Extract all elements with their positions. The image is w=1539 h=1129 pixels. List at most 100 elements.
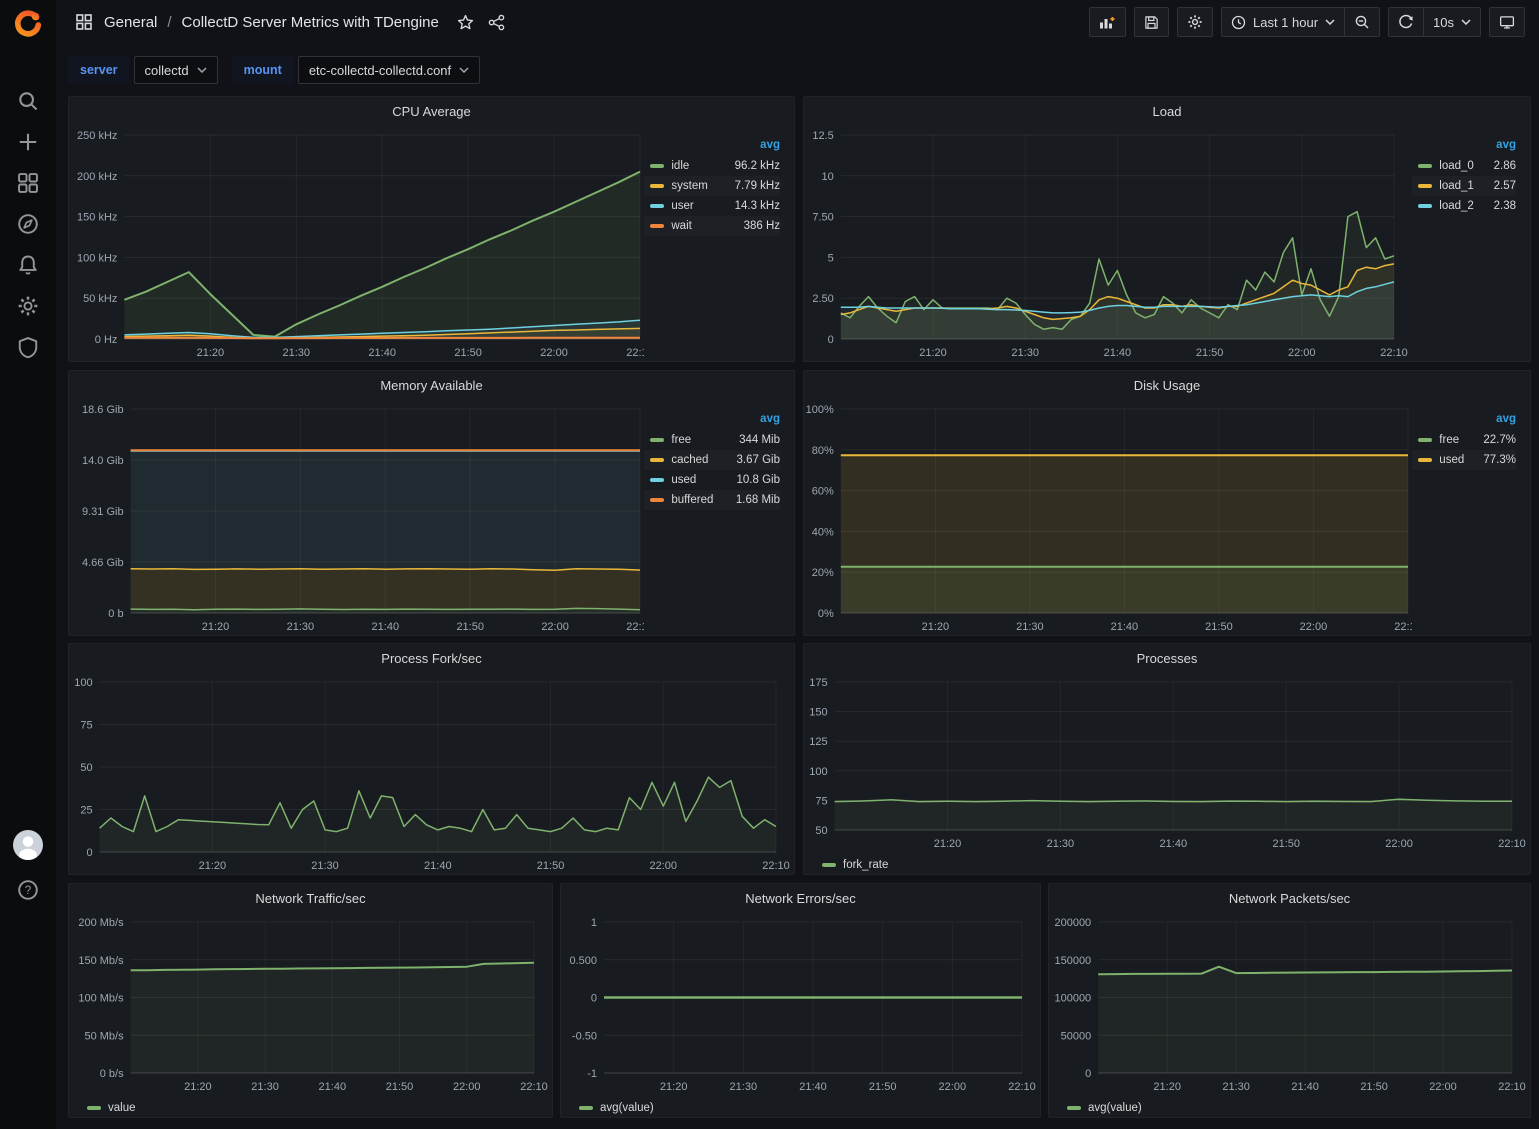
svg-text:22:10: 22:10 [1380,347,1408,359]
chevron-down-icon [197,67,207,73]
processes-chart[interactable]: 21:2021:3021:4021:5022:0022:105075100125… [804,672,1532,854]
legend-item-avg(value)[interactable]: avg(value) [579,1102,654,1114]
cpu-average-chart[interactable]: 21:2021:3021:4021:5022:0022:100 Hz50 kHz… [69,125,644,363]
svg-text:150 Mb/s: 150 Mb/s [78,955,124,967]
series-color-dash [650,184,664,188]
legend-item-used[interactable]: used77.3% [1412,450,1516,470]
series-color-dash [822,863,836,867]
svg-text:22:00: 22:00 [649,860,677,872]
panel-processes: Processes 21:2021:3021:4021:5022:0022:10… [803,643,1531,875]
svg-text:250 kHz: 250 kHz [77,130,117,142]
legend-item-free[interactable]: free344 Mib [644,430,780,450]
legend-item-system[interactable]: system7.79 kHz [644,176,780,196]
variable-server-value-dropdown[interactable]: collectd [134,56,218,84]
network-packets-legend: avg(value) [1049,1097,1530,1119]
svg-text:0 b: 0 b [108,608,123,620]
svg-text:40%: 40% [812,526,834,538]
refresh-interval-dropdown[interactable]: 10s [1424,7,1481,37]
cycle-view-mode-button[interactable] [1489,7,1525,37]
legend-item-load_1[interactable]: load_12.57 [1412,176,1516,196]
svg-text:20%: 20% [812,567,834,579]
zoom-out-button[interactable] [1345,7,1380,37]
panel-title[interactable]: Process Fork/sec [69,644,794,672]
dashboards-icon[interactable] [15,170,41,196]
variable-mount-value-dropdown[interactable]: etc-collectd-collectd.conf [298,56,480,84]
panel-title[interactable]: Network Traffic/sec [69,884,552,912]
help-icon[interactable]: ? [15,877,41,903]
share-icon[interactable] [486,12,507,33]
legend-item-fork_rate[interactable]: fork_rate [822,859,888,871]
page-title: CollectD Server Metrics with TDengine [182,14,439,31]
legend-item-load_2[interactable]: load_22.38 [1412,196,1516,216]
svg-text:0 b/s: 0 b/s [100,1068,124,1080]
svg-text:100: 100 [74,677,92,689]
disk-usage-chart[interactable]: 21:2021:3021:4021:5022:0022:100%20%40%60… [804,399,1412,637]
svg-text:100: 100 [809,766,827,778]
svg-text:21:20: 21:20 [1153,1081,1181,1093]
time-range-picker[interactable]: Last 1 hour [1221,7,1345,37]
refresh-button[interactable] [1388,7,1424,37]
create-plus-icon[interactable] [15,129,41,155]
legend-item-wait[interactable]: wait386 Hz [644,216,780,236]
breadcrumb-folder[interactable]: General [104,14,157,31]
panel-title[interactable]: Memory Available [69,371,794,399]
explore-compass-icon[interactable] [15,211,41,237]
network-traffic-chart[interactable]: 21:2021:3021:4021:5022:0022:100 b/s50 Mb… [69,912,554,1097]
svg-text:21:40: 21:40 [1160,838,1188,850]
load-chart[interactable]: 21:2021:3021:4021:5022:0022:1002.5057.50… [804,125,1412,363]
svg-text:22:00: 22:00 [1429,1081,1457,1093]
add-panel-button[interactable] [1089,7,1126,37]
svg-text:150 kHz: 150 kHz [77,212,117,224]
legend-item-cached[interactable]: cached3.67 Gib [644,450,780,470]
panel-title[interactable]: Disk Usage [804,371,1530,399]
load-legend: avg load_02.86 load_12.57 load_22.38 [1412,125,1530,363]
svg-text:-0.50: -0.50 [572,1030,597,1042]
server-admin-shield-icon[interactable] [15,334,41,360]
disk-usage-legend: avg free22.7% used77.3% [1412,399,1530,637]
panel-title[interactable]: Network Packets/sec [1049,884,1530,912]
svg-text:4.66 Gib: 4.66 Gib [82,557,124,569]
svg-text:21:50: 21:50 [1360,1081,1388,1093]
network-errors-chart[interactable]: 21:2021:3021:4021:5022:0022:10-1-0.5000.… [561,912,1042,1097]
svg-text:21:50: 21:50 [386,1081,414,1093]
breadcrumb-separator: / [167,14,171,31]
user-avatar[interactable] [11,828,45,862]
legend-item-load_0[interactable]: load_02.86 [1412,156,1516,176]
panel-title[interactable]: Load [804,97,1530,125]
panel-title[interactable]: CPU Average [69,97,794,125]
panel-title[interactable]: Network Errors/sec [561,884,1040,912]
legend-item-buffered[interactable]: buffered1.68 Mib [644,490,780,510]
memory-available-chart[interactable]: 21:2021:3021:4021:5022:0022:100 b4.66 Gi… [69,399,644,637]
svg-text:21:30: 21:30 [251,1081,279,1093]
network-packets-chart[interactable]: 21:2021:3021:4021:5022:0022:100500001000… [1049,912,1532,1097]
memory-available-legend: avg free344 Mib cached3.67 Gib used10.8 … [644,399,794,637]
panel-memory-available: Memory Available 21:2021:3021:4021:5022:… [68,370,795,636]
alerting-bell-icon[interactable] [15,252,41,278]
legend-item-user[interactable]: user14.3 kHz [644,196,780,216]
panel-title[interactable]: Processes [804,644,1530,672]
svg-text:21:50: 21:50 [537,860,565,872]
legend-item-free[interactable]: free22.7% [1412,430,1516,450]
dashboard-settings-button[interactable] [1177,7,1213,37]
configuration-gear-icon[interactable] [15,293,41,319]
svg-text:50 kHz: 50 kHz [83,293,117,305]
star-icon[interactable] [455,12,476,33]
svg-text:200 kHz: 200 kHz [77,171,117,183]
grafana-logo-icon[interactable] [11,7,45,41]
svg-text:14.0 Gib: 14.0 Gib [82,455,124,467]
legend-item-idle[interactable]: idle96.2 kHz [644,156,780,176]
search-icon[interactable] [15,88,41,114]
process-fork-chart[interactable]: 21:2021:3021:4021:5022:0022:100255075100 [69,672,796,876]
legend-item-value[interactable]: value [87,1102,136,1114]
series-color-dash [1418,164,1432,168]
legend-item-avg(value)[interactable]: avg(value) [1067,1102,1142,1114]
svg-text:21:20: 21:20 [922,621,950,633]
legend-item-used[interactable]: used10.8 Gib [644,470,780,490]
zoom-out-icon [1354,14,1370,30]
chevron-down-icon [1325,19,1335,25]
series-color-dash [650,458,664,462]
save-dashboard-button[interactable] [1134,7,1169,37]
svg-text:25: 25 [80,805,92,817]
svg-text:50: 50 [80,762,92,774]
panel-cpu-average: CPU Average 21:2021:3021:4021:5022:0022:… [68,96,795,362]
